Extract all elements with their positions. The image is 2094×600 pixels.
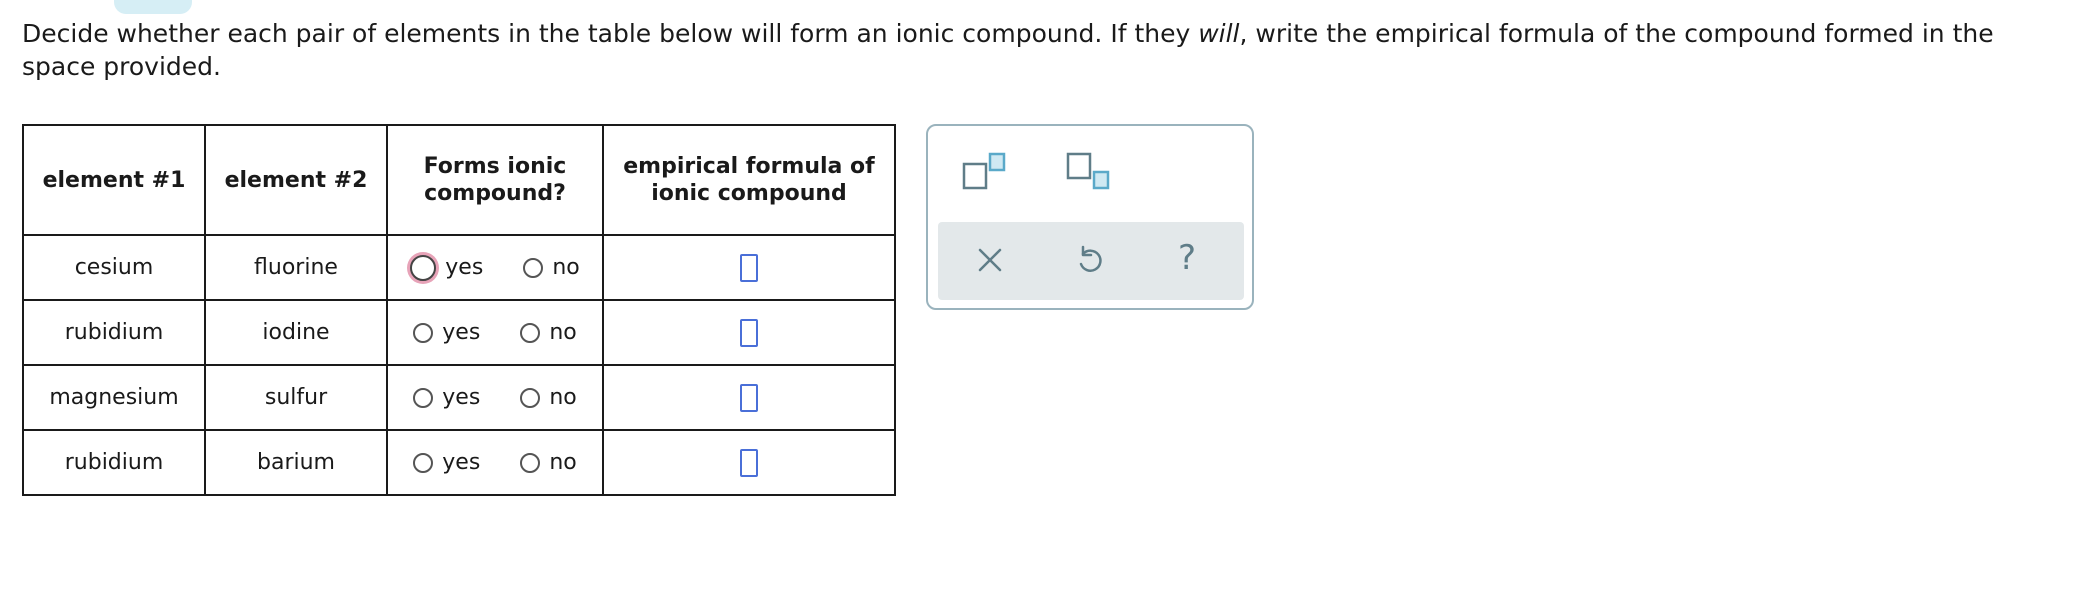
no-option[interactable]: no	[520, 450, 577, 475]
formula-cell	[602, 364, 896, 431]
no-label: no	[549, 320, 577, 345]
header-element-2: element #2	[204, 124, 388, 236]
header-element-1: element #1	[22, 124, 206, 236]
clear-icon[interactable]	[974, 244, 1006, 280]
header-forms-ionic: Forms ionic compound?	[386, 124, 604, 236]
forms-ionic-cell: yes no	[386, 299, 604, 366]
yes-option[interactable]: yes	[410, 254, 484, 281]
yes-radio[interactable]	[413, 452, 434, 473]
superscript-icon[interactable]	[962, 152, 1010, 196]
help-icon[interactable]: ?	[1178, 238, 1196, 278]
no-label: no	[552, 255, 580, 280]
table-row: magnesium sulfur yes no	[22, 364, 896, 431]
instructions-text: Decide whether each pair of elements in …	[22, 19, 1994, 81]
forms-ionic-cell: yes no	[386, 234, 604, 301]
header-empirical-formula: empirical formula of ionic compound	[602, 124, 896, 236]
no-option[interactable]: no	[523, 255, 580, 280]
yes-radio[interactable]	[410, 254, 437, 281]
element-2-cell: iodine	[204, 299, 388, 366]
forms-ionic-cell: yes no	[386, 429, 604, 496]
element-1-cell: rubidium	[22, 429, 206, 496]
formula-input[interactable]	[740, 448, 758, 477]
table-row: rubidium barium yes no	[22, 429, 896, 496]
element-1-cell: cesium	[22, 234, 206, 301]
forms-ionic-cell: yes no	[386, 364, 604, 431]
no-radio[interactable]	[523, 257, 544, 278]
yes-radio[interactable]	[413, 322, 434, 343]
formula-cell	[602, 234, 896, 301]
element-2-cell: sulfur	[204, 364, 388, 431]
no-option[interactable]: no	[520, 385, 577, 410]
top-tab[interactable]	[114, 0, 192, 14]
undo-icon[interactable]	[1074, 244, 1106, 280]
no-radio[interactable]	[520, 322, 541, 343]
emphasis-will: will	[1198, 19, 1240, 48]
element-1-cell: magnesium	[22, 364, 206, 431]
element-2-cell: fluorine	[204, 234, 388, 301]
formula-cell	[602, 429, 896, 496]
yes-label: yes	[442, 450, 481, 475]
no-radio[interactable]	[520, 387, 541, 408]
answer-tools-panel: ?	[926, 124, 1254, 310]
yes-label: yes	[445, 255, 484, 280]
no-option[interactable]: no	[520, 320, 577, 345]
yes-radio[interactable]	[413, 387, 434, 408]
no-label: no	[549, 450, 577, 475]
yes-option[interactable]: yes	[413, 385, 480, 410]
table-row: rubidium iodine yes no	[22, 299, 896, 366]
yes-option[interactable]: yes	[413, 450, 480, 475]
yes-label: yes	[442, 320, 481, 345]
formula-input[interactable]	[740, 383, 758, 412]
subscript-icon[interactable]	[1066, 152, 1114, 196]
element-1-cell: rubidium	[22, 299, 206, 366]
yes-option[interactable]: yes	[413, 320, 480, 345]
action-bar: ?	[938, 222, 1244, 300]
element-2-cell: barium	[204, 429, 388, 496]
table-row: cesium fluorine yes no	[22, 234, 896, 301]
element-pairs-table: element #1 element #2 Forms ionic compou…	[22, 124, 896, 496]
formula-cell	[602, 299, 896, 366]
yes-label: yes	[442, 385, 481, 410]
formula-input[interactable]	[740, 318, 758, 347]
table-header-row: element #1 element #2 Forms ionic compou…	[22, 124, 896, 236]
no-radio[interactable]	[520, 452, 541, 473]
formula-input[interactable]	[740, 253, 758, 282]
no-label: no	[549, 385, 577, 410]
